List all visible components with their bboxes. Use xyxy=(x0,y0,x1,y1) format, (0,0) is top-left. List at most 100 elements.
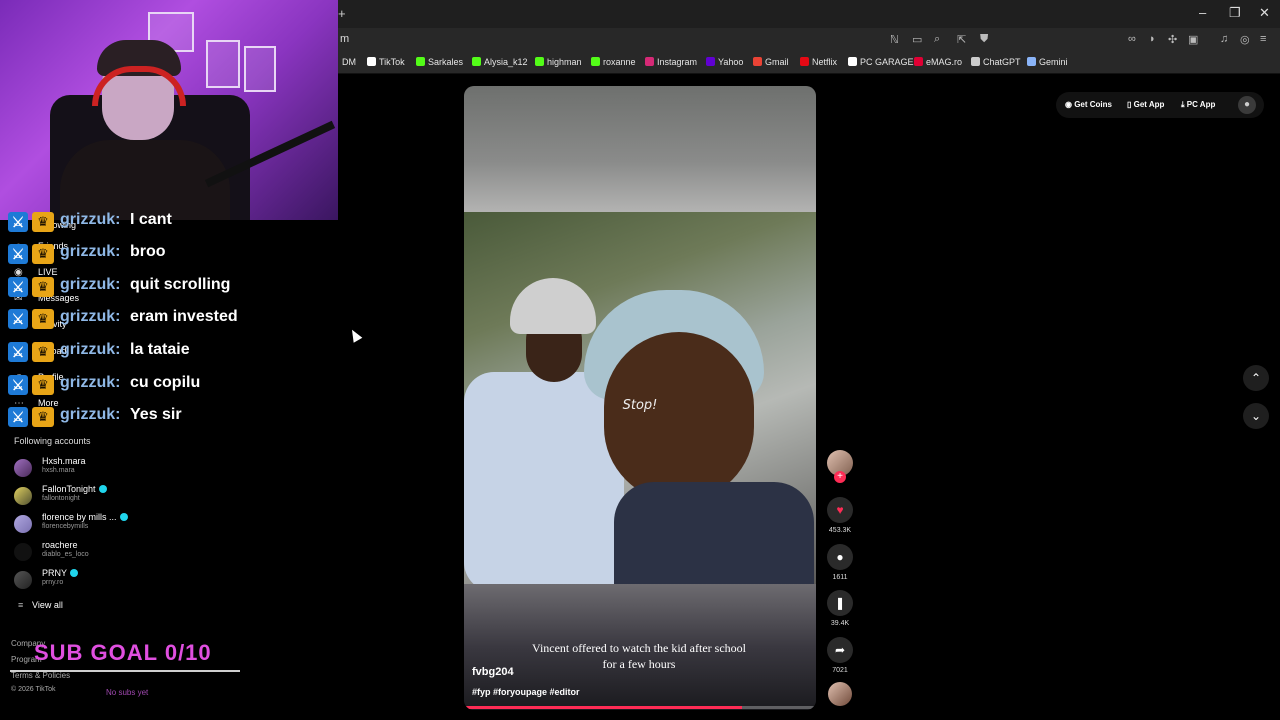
top-actions-bar: ◉ Get Coins ▯ Get App ⤓ PC App ● xyxy=(1056,92,1264,118)
video-hashtags[interactable]: #fyp #foryoupage #editor xyxy=(472,687,580,697)
tiktok-icon xyxy=(367,57,376,66)
bookmark-alysia[interactable]: Alysia_k12 xyxy=(472,57,528,67)
moderator-badge-icon: ⚔ xyxy=(8,407,28,427)
audio-icon[interactable]: ◗ xyxy=(1149,33,1156,45)
close-icon[interactable]: ✕ xyxy=(1259,5,1270,21)
restore-icon[interactable]: ❐ xyxy=(1229,5,1241,21)
chat-message: ⚔ ♛ grizzuk: cu copilu xyxy=(4,371,334,397)
sub-goal-bar xyxy=(10,670,240,672)
heart-icon[interactable]: ♥ xyxy=(827,497,853,523)
chat-message: ⚔ ♛ grizzuk: quit scrolling xyxy=(4,273,334,299)
crown-badge-icon: ♛ xyxy=(32,244,54,264)
puzzle-icon[interactable]: ✣ xyxy=(1168,33,1177,46)
account-name: PRNY xyxy=(42,568,79,578)
moderator-badge-icon: ⚔ xyxy=(8,277,28,297)
sound-avatar[interactable] xyxy=(828,682,852,706)
list-icon: ≡ xyxy=(18,600,24,610)
shield-icon[interactable]: ⛊ xyxy=(980,33,988,46)
moderator-badge-icon: ⚔ xyxy=(8,375,28,395)
bookmark-roxanne[interactable]: roxanne xyxy=(591,57,636,67)
account-item[interactable]: PRNY prny.ro xyxy=(14,568,314,594)
like-count: 453.3K xyxy=(828,527,852,534)
avatar xyxy=(14,487,32,505)
coin-icon: ◉ xyxy=(1065,100,1075,109)
kick-icon xyxy=(416,57,425,66)
share-action[interactable]: ➦ 7021 xyxy=(826,637,854,674)
footer-terms[interactable]: Terms & Policies xyxy=(11,671,70,680)
bookmark-sarkales[interactable]: Sarkales xyxy=(416,57,463,67)
bookmark-icon[interactable]: ❚ xyxy=(827,590,853,616)
share-count: 7021 xyxy=(832,667,848,674)
account-item[interactable]: florence by mills ... florencebymills xyxy=(14,512,314,538)
next-video-button[interactable]: ⌄ xyxy=(1243,403,1269,429)
previous-video-button[interactable]: ⌃ xyxy=(1243,365,1269,391)
bookmark-gmail[interactable]: Gmail xyxy=(753,57,789,67)
comment-action[interactable]: ● 1611 xyxy=(826,544,854,581)
follow-plus-icon[interactable]: + xyxy=(834,471,846,483)
wall-frame xyxy=(244,46,276,92)
account-item[interactable]: Hxsh.mara hxsh.mara xyxy=(14,456,314,482)
moderator-badge-icon: ⚔ xyxy=(8,309,28,329)
verified-icon xyxy=(70,569,79,577)
footer-copyright: © 2026 TikTok xyxy=(11,686,56,693)
bookmark-instagram[interactable]: Instagram xyxy=(645,57,697,67)
crown-badge-icon: ♛ xyxy=(32,407,54,427)
account-name: FallonTonight xyxy=(42,484,107,494)
bookmark-tiktok[interactable]: TikTok xyxy=(367,57,405,67)
video-top-blur xyxy=(464,86,816,212)
bookmark-pcgarage[interactable]: PC GARAGE xyxy=(848,57,914,67)
bookmark-chatgpt[interactable]: ChatGPT xyxy=(971,57,1021,67)
share-arrow-icon[interactable]: ➦ xyxy=(827,637,853,663)
kick-icon xyxy=(472,57,481,66)
new-tab-button[interactable]: + xyxy=(338,6,346,21)
sidebar-toggle-icon[interactable]: ▣ xyxy=(1188,33,1198,46)
video-player[interactable]: Stop! Vincent offered to watch the kid a… xyxy=(464,86,816,710)
minimize-icon[interactable]: – xyxy=(1199,5,1206,20)
profile-avatar-icon[interactable]: ● xyxy=(1238,96,1256,114)
gmail-icon xyxy=(753,57,762,66)
chevron-up-icon: ⌃ xyxy=(1250,371,1262,385)
zoom-icon[interactable]: ⌕ xyxy=(934,33,940,46)
cast-icon[interactable]: ▭ xyxy=(912,33,922,46)
avatar xyxy=(14,571,32,589)
chatgpt-icon xyxy=(971,57,980,66)
get-coins-button[interactable]: ◉ Get Coins xyxy=(1065,100,1112,109)
screen: + – ❐ ✕ m ℕ ▭ ⌕ ⇱ ⛊ ∞ ◗ ✣ ▣ ♫ ◎ ≡ DM Tik… xyxy=(0,0,1280,720)
verified-icon xyxy=(98,485,107,493)
music-icon[interactable]: ♫ xyxy=(1220,33,1228,45)
bookmark-dm[interactable]: DM xyxy=(342,57,356,67)
save-action[interactable]: ❚ 39.4K xyxy=(826,590,854,627)
bookmark-highman[interactable]: highman xyxy=(535,57,582,67)
video-progress-bar[interactable] xyxy=(464,706,816,709)
chat-message: ⚔ ♛ grizzuk: la tataie xyxy=(4,338,334,364)
avatar xyxy=(14,515,32,533)
moderator-badge-icon: ⚔ xyxy=(8,212,28,232)
comment-icon[interactable]: ● xyxy=(827,544,853,570)
pc-app-button[interactable]: ⤓ PC App xyxy=(1181,100,1215,110)
save-count: 39.4K xyxy=(830,620,850,627)
kick-icon xyxy=(535,57,544,66)
video-author[interactable]: fvbg204 xyxy=(472,666,514,678)
no-tracking-icon[interactable]: ℕ xyxy=(890,33,899,46)
bookmark-yahoo[interactable]: Yahoo xyxy=(706,57,743,67)
view-all-button[interactable]: ≡ View all xyxy=(14,600,63,610)
webcam-overlay xyxy=(0,0,338,220)
chat-message: ⚔ ♛ grizzuk: broo xyxy=(4,240,334,266)
crown-badge-icon: ♛ xyxy=(32,212,54,232)
verified-icon xyxy=(119,513,128,521)
vest-shape xyxy=(614,482,814,584)
like-action[interactable]: ♥ 453.3K xyxy=(826,497,854,534)
bookmark-netflix[interactable]: Netflix xyxy=(800,57,837,67)
extension-icon[interactable]: ∞ xyxy=(1128,33,1136,45)
share-icon[interactable]: ⇱ xyxy=(957,33,966,46)
pcgarage-icon xyxy=(848,57,857,66)
menu-icon[interactable]: ≡ xyxy=(1260,33,1266,45)
account-item[interactable]: FallonTonight fallontonight xyxy=(14,484,314,510)
url-text[interactable]: m xyxy=(340,33,349,45)
get-app-button[interactable]: ▯ Get App xyxy=(1127,100,1164,109)
wallet-icon[interactable]: ◎ xyxy=(1240,33,1250,46)
account-item[interactable]: roachere diablo_es_loco xyxy=(14,540,314,566)
bookmark-emag[interactable]: eMAG.ro xyxy=(914,57,962,67)
bookmark-gemini[interactable]: Gemini xyxy=(1027,57,1068,67)
following-accounts-title: Following accounts xyxy=(14,436,91,446)
